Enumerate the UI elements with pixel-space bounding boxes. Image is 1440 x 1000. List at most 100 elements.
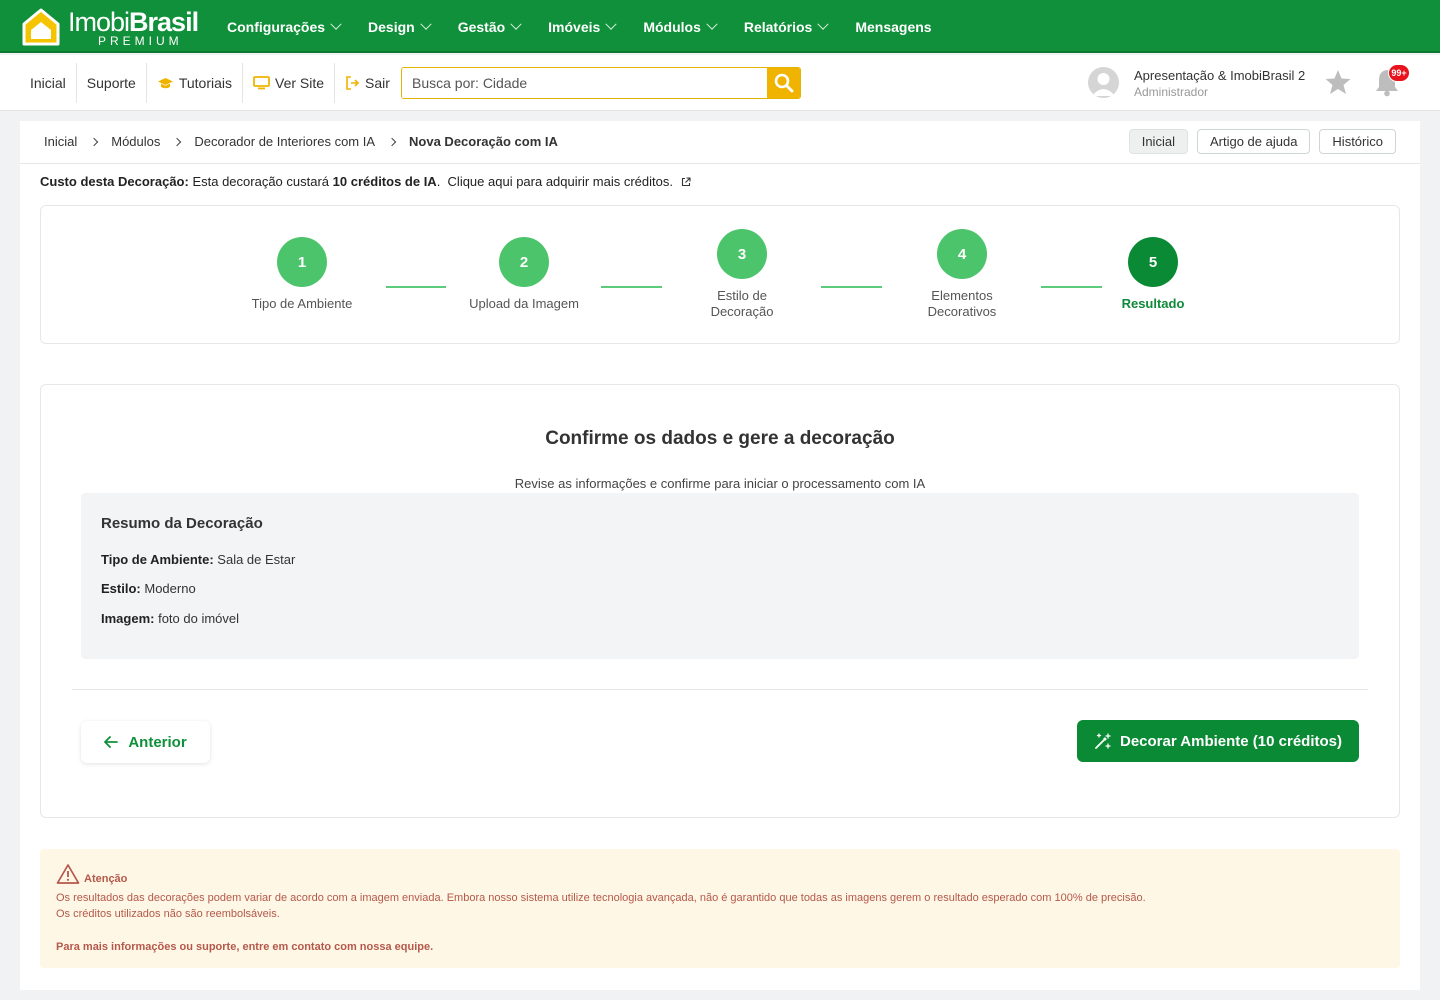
summary-row-image: Imagem: foto do imóvel bbox=[101, 611, 240, 626]
step-2: 2 Upload da Imagem bbox=[459, 237, 589, 312]
cost-credits: 10 créditos de IA bbox=[332, 174, 437, 189]
chevron-down-icon bbox=[510, 18, 522, 30]
inicial-button[interactable]: Inicial bbox=[1128, 129, 1188, 154]
summary-title: Resumo da Decoração bbox=[101, 515, 263, 532]
page-actions: Inicial Artigo de ajuda Histórico bbox=[1120, 129, 1396, 154]
step-3-label: Estilo de Decoração bbox=[710, 288, 774, 319]
warning-triangle-icon bbox=[56, 864, 80, 884]
arrow-left-icon bbox=[104, 736, 119, 748]
menu-imoveis[interactable]: Imóveis bbox=[548, 18, 617, 35]
top-navigation: ImobiBrasil PREMIUM Configurações Design… bbox=[0, 0, 1440, 53]
actions-divider bbox=[72, 689, 1368, 690]
step-connector bbox=[1041, 286, 1102, 288]
alert-line-3: Para mais informações ou suporte, entre … bbox=[56, 941, 434, 953]
search-button[interactable] bbox=[767, 68, 800, 98]
main-menu: Configurações Design Gestão Imóveis Módu… bbox=[227, 0, 960, 53]
user-name: Apresentação & ImobiBrasil 2 bbox=[1134, 68, 1306, 83]
step-4-label: Elementos Decorativos bbox=[927, 288, 997, 319]
alert-line-2: Os créditos utilizados não são reembolsá… bbox=[56, 908, 280, 920]
breadcrumb-inicial[interactable]: Inicial bbox=[44, 134, 77, 149]
quick-links: Inicial Suporte Tutoriais Ver Site Sair bbox=[20, 63, 400, 103]
avatar bbox=[1088, 67, 1119, 98]
chevron-down-icon bbox=[605, 18, 617, 30]
link-ver-site[interactable]: Ver Site bbox=[243, 63, 336, 103]
chevron-right-icon bbox=[90, 137, 99, 146]
house-logo-icon bbox=[22, 8, 60, 46]
step-5-label: Resultado bbox=[1121, 296, 1185, 311]
step-3: 3 Estilo de Decoração bbox=[687, 229, 797, 320]
chevron-down-icon bbox=[817, 18, 829, 30]
chevron-down-icon bbox=[330, 18, 342, 30]
alert-title: Atenção bbox=[84, 873, 128, 885]
chevron-down-icon bbox=[420, 18, 432, 30]
cost-text: Esta decoração custará bbox=[192, 174, 330, 189]
brand-name: ImobiBrasil bbox=[68, 7, 199, 37]
menu-mensagens[interactable]: Mensagens bbox=[855, 19, 931, 35]
chevron-down-icon bbox=[706, 18, 718, 30]
step-1-number: 1 bbox=[277, 237, 327, 287]
chevron-right-icon bbox=[387, 137, 397, 146]
decorate-room-button[interactable]: Decorar Ambiente (10 créditos) bbox=[1077, 720, 1359, 762]
link-sair[interactable]: Sair bbox=[335, 63, 400, 103]
step-1: 1 Tipo de Ambiente bbox=[237, 237, 367, 312]
magic-wand-icon bbox=[1094, 732, 1111, 750]
menu-design[interactable]: Design bbox=[368, 18, 432, 35]
progress-stepper: 1 Tipo de Ambiente 2 Upload da Imagem 3 … bbox=[40, 205, 1400, 344]
user-icon bbox=[1092, 73, 1115, 96]
step-4: 4 Elementos Decorativos bbox=[907, 229, 1017, 320]
logout-icon bbox=[345, 76, 360, 90]
chevron-right-icon bbox=[173, 137, 182, 146]
summary-row-room-type: Tipo de Ambiente: Sala de Estar bbox=[101, 552, 296, 567]
search-icon bbox=[774, 73, 793, 93]
confirm-panel: Confirme os dados e gere a decoração Rev… bbox=[40, 384, 1400, 818]
alert-header: Atenção bbox=[56, 863, 127, 885]
alert-line-1: Os resultados das decorações podem varia… bbox=[56, 892, 1146, 904]
breadcrumb-current: Nova Decoração com IA bbox=[409, 134, 558, 149]
external-link-icon bbox=[681, 176, 691, 187]
step-2-label: Upload da Imagem bbox=[469, 296, 579, 311]
search-bar bbox=[401, 67, 801, 99]
step-connector bbox=[821, 286, 882, 288]
cost-info[interactable]: Custo desta Decoração: Esta decoração cu… bbox=[40, 174, 691, 189]
help-article-button[interactable]: Artigo de ajuda bbox=[1196, 129, 1311, 154]
user-menu[interactable]: Apresentação & ImobiBrasil 2 Administrad… bbox=[1088, 66, 1318, 100]
notifications-badge: 99+ bbox=[1388, 64, 1410, 82]
menu-configuracoes[interactable]: Configurações bbox=[227, 18, 342, 35]
breadcrumb: Inicial Módulos Decorador de Interiores … bbox=[44, 134, 558, 149]
step-4-number: 4 bbox=[937, 229, 987, 279]
confirm-subtitle: Revise as informações e confirme para in… bbox=[514, 476, 926, 491]
search-input[interactable] bbox=[402, 68, 767, 98]
step-5: 5 Resultado bbox=[1103, 237, 1203, 312]
menu-relatorios[interactable]: Relatórios bbox=[744, 18, 829, 35]
brand-tagline: PREMIUM bbox=[98, 34, 183, 48]
header-divider bbox=[20, 163, 1420, 164]
step-connector bbox=[386, 286, 446, 288]
step-5-number: 5 bbox=[1128, 237, 1178, 287]
link-suporte[interactable]: Suporte bbox=[77, 63, 147, 103]
cost-link-text: . Clique aqui para adquirir mais crédito… bbox=[436, 174, 673, 189]
user-role: Administrador bbox=[1134, 85, 1209, 99]
summary-row-style: Estilo: Moderno bbox=[101, 581, 196, 596]
step-connector bbox=[601, 286, 662, 288]
history-button[interactable]: Histórico bbox=[1319, 129, 1396, 154]
favorites-star-icon[interactable] bbox=[1324, 69, 1352, 99]
graduation-cap-icon bbox=[157, 77, 174, 90]
link-tutoriais[interactable]: Tutoriais bbox=[147, 63, 244, 103]
step-2-number: 2 bbox=[499, 237, 549, 287]
monitor-icon bbox=[253, 76, 270, 90]
confirm-title: Confirme os dados e gere a decoração bbox=[545, 428, 895, 449]
breadcrumb-modulos[interactable]: Módulos bbox=[111, 134, 160, 149]
content-card: Inicial Módulos Decorador de Interiores … bbox=[20, 121, 1420, 990]
menu-gestao[interactable]: Gestão bbox=[458, 18, 522, 35]
step-1-label: Tipo de Ambiente bbox=[251, 296, 353, 311]
cost-label: Custo desta Decoração: bbox=[40, 174, 189, 189]
secondary-toolbar: Inicial Suporte Tutoriais Ver Site Sair bbox=[0, 55, 1440, 111]
breadcrumb-decorador[interactable]: Decorador de Interiores com IA bbox=[194, 134, 375, 149]
warning-alert: Atenção Os resultados das decorações pod… bbox=[40, 849, 1400, 968]
menu-modulos[interactable]: Módulos bbox=[643, 18, 718, 35]
summary-box: Resumo da Decoração Tipo de Ambiente: Sa… bbox=[81, 493, 1359, 659]
brand-logo[interactable]: ImobiBrasil PREMIUM bbox=[18, 4, 199, 48]
link-inicial[interactable]: Inicial bbox=[20, 63, 77, 103]
step-3-number: 3 bbox=[717, 229, 767, 279]
previous-button[interactable]: Anterior bbox=[81, 721, 210, 763]
